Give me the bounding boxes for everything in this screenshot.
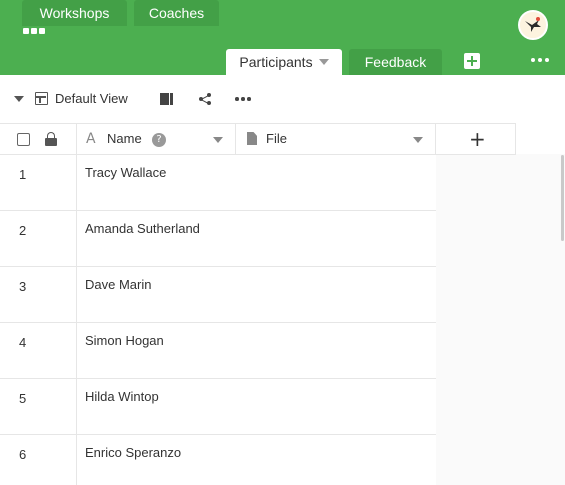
grid-empty-area [436,154,565,485]
table-row[interactable]: 5 Hilda Wintop [0,379,436,435]
chevron-down-icon[interactable] [413,137,423,143]
name-value: Enrico Speranzo [85,445,182,460]
name-cell[interactable]: Hilda Wintop [77,379,236,435]
row-number-cell: 1 [0,155,77,211]
chevron-down-icon[interactable] [318,59,329,66]
vertical-scrollbar[interactable] [561,155,564,241]
chevron-down-icon[interactable] [14,96,24,102]
row-number-cell: 4 [0,323,77,379]
row-number-cell: 6 [0,435,77,485]
name-cell[interactable]: Tracy Wallace [77,155,236,211]
table-icon [35,92,48,105]
columns-icon[interactable] [160,93,174,105]
chevron-down-icon[interactable] [213,137,223,143]
tab-feedback[interactable]: Feedback [349,49,442,75]
tab-participants[interactable]: Participants [226,49,342,75]
share-icon[interactable] [198,92,212,106]
file-cell[interactable] [236,435,436,485]
add-column-button[interactable]: + [436,124,516,155]
name-cell[interactable]: Enrico Speranzo [77,435,236,485]
tab-label: Workshops [39,5,110,21]
table-row[interactable]: 1 Tracy Wallace [0,155,436,211]
table-row[interactable]: 4 Simon Hogan [0,323,436,379]
grid-header-row: Name A ? File + [0,123,516,155]
tab-coaches[interactable]: Coaches [134,0,219,26]
name-value: Hilda Wintop [85,389,159,404]
help-icon[interactable]: ? [152,133,166,147]
row-number-cell: 5 [0,379,77,435]
name-value: Dave Marin [85,277,152,292]
name-value: Tracy Wallace [85,165,167,180]
file-cell[interactable] [236,267,436,323]
file-cell[interactable] [236,323,436,379]
name-cell[interactable]: Simon Hogan [77,323,236,379]
select-all-checkbox[interactable] [17,133,30,146]
column-header-file[interactable]: File [236,124,436,155]
user-avatar-icon[interactable] [518,10,548,40]
data-grid: Name A ? File + 1 Tracy Wallace 2 Amanda… [0,123,565,485]
add-tab-icon[interactable] [464,53,480,69]
tab-label: Feedback [364,54,427,70]
row-number: 5 [19,391,27,406]
file-cell[interactable] [236,379,436,435]
tab-label: Coaches [148,5,205,21]
view-toolbar: Default View [0,75,565,123]
row-number: 4 [19,335,27,350]
plus-icon: + [469,127,486,151]
name-cell[interactable]: Dave Marin [77,267,236,323]
table-row[interactable]: 3 Dave Marin [0,267,436,323]
file-cell[interactable] [236,155,436,211]
row-number-cell: 2 [0,211,77,267]
row-number: 1 [19,167,27,182]
more-options-icon[interactable] [531,55,551,65]
row-number: 3 [19,279,27,294]
row-number: 2 [19,223,27,238]
tab-workshops[interactable]: Workshops [22,0,127,26]
row-header-cell [0,124,77,155]
name-cell[interactable]: Amanda Sutherland [77,211,236,267]
view-name[interactable]: Default View [55,91,128,106]
file-cell[interactable] [236,211,436,267]
name-value: Amanda Sutherland [85,221,200,236]
text-type-icon: A [86,131,96,147]
more-options-icon[interactable] [235,96,253,102]
name-value: Simon Hogan [85,333,164,348]
app-header: Workshops Coaches Participants Feedback [0,0,565,75]
table-row[interactable]: 2 Amanda Sutherland [0,211,436,267]
column-label-name: Name [107,131,142,146]
row-number-cell: 3 [0,267,77,323]
lock-icon[interactable] [45,132,57,146]
column-label-file: File [266,131,287,146]
table-row[interactable]: 6 Enrico Speranzo [0,435,436,485]
row-number: 6 [19,447,27,462]
tab-label: Participants [239,54,313,70]
